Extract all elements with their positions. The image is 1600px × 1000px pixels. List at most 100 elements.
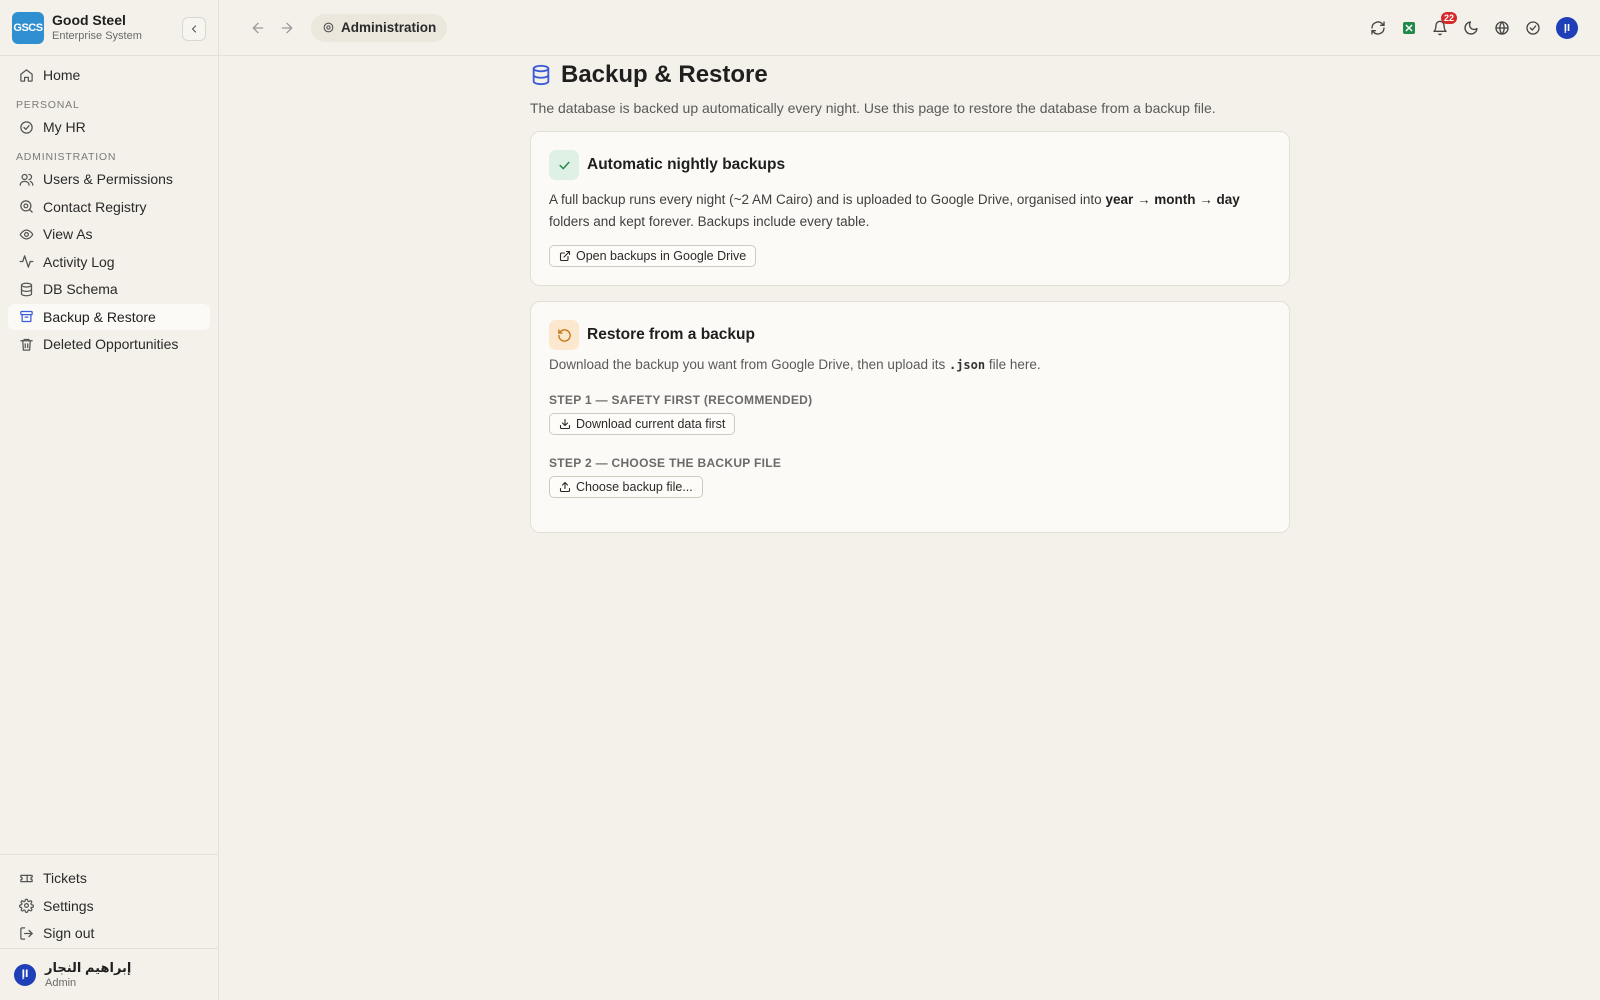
sidebar-item-label: Sign out (43, 925, 95, 941)
card-header: Automatic nightly backups (549, 150, 1271, 180)
sidebar-item-db-schema[interactable]: DB Schema (8, 276, 210, 302)
user-info: إبراهيم النجار Admin (45, 960, 131, 990)
eye-icon (18, 226, 34, 242)
download-icon (559, 418, 571, 430)
sidebar: GSCS Good Steel Enterprise System Home P… (0, 0, 219, 1000)
spreadsheet-button[interactable] (1395, 14, 1423, 42)
button-label: Download current data first (576, 417, 726, 431)
sidebar-item-view-as[interactable]: View As (8, 221, 210, 247)
gear-icon (18, 898, 34, 914)
activity-icon (18, 254, 34, 270)
sidebar-item-contact-registry[interactable]: Contact Registry (8, 194, 210, 220)
sign-out-icon (18, 925, 34, 941)
download-current-data-button[interactable]: Download current data first (549, 413, 736, 435)
check-icon (549, 150, 579, 180)
chevron-left-icon (191, 25, 197, 33)
globe-icon (1495, 21, 1509, 35)
sidebar-item-label: Activity Log (43, 253, 115, 270)
step-1-label: STEP 1 — SAFETY FIRST (RECOMMENDED) (549, 393, 813, 407)
choose-backup-file-button[interactable]: Choose backup file... (549, 476, 703, 498)
brand-name: Good Steel (52, 12, 126, 28)
sidebar-item-home[interactable]: Home (8, 62, 210, 88)
theme-toggle-button[interactable] (1457, 14, 1485, 42)
brand-header: GSCS Good Steel Enterprise System (0, 0, 218, 56)
external-link-icon (559, 250, 571, 262)
sidebar-bottom-nav: Tickets Settings Sign out (0, 854, 218, 948)
sidebar-item-label: Contact Registry (43, 198, 147, 215)
sidebar-item-label: View As (43, 226, 93, 242)
sidebar-nav: Home PERSONAL My HR ADMINISTRATION Users… (0, 56, 218, 357)
arrow-right-icon (281, 22, 293, 33)
button-label: Open backups in Google Drive (576, 249, 747, 263)
open-google-drive-button[interactable]: Open backups in Google Drive (549, 245, 757, 267)
sidebar-item-label: Home (43, 67, 81, 83)
card-text: A full backup runs every night (~2 AM Ca… (549, 189, 1271, 233)
restore-card: Restore from a backup Download the backu… (530, 301, 1290, 533)
users-icon (18, 171, 34, 187)
sidebar-item-users-permissions[interactable]: Users & Permissions (8, 166, 210, 192)
avatar: اإ (14, 963, 36, 986)
sidebar-item-settings[interactable]: Settings (8, 893, 210, 919)
breadcrumb-label: Administration (341, 20, 437, 35)
spreadsheet-icon (1403, 22, 1415, 34)
main-content: Backup & Restore The database is backed … (530, 56, 1290, 533)
brand-text: Good Steel Enterprise System (52, 12, 142, 43)
section-label-administration: ADMINISTRATION (16, 151, 117, 163)
language-button[interactable] (1488, 14, 1516, 42)
moon-icon (1464, 21, 1478, 35)
restore-icon (549, 320, 579, 350)
sidebar-item-activity-log[interactable]: Activity Log (8, 249, 210, 275)
sidebar-item-sign-out[interactable]: Sign out (8, 920, 210, 946)
database-icon (530, 64, 552, 86)
text-segment: file here. (985, 357, 1041, 372)
gear-icon (322, 21, 335, 34)
avatar[interactable]: اإ (1556, 17, 1578, 39)
text-segment: A full backup runs every night (~2 AM Ca… (549, 192, 1106, 207)
page-description: The database is backed up automatically … (530, 100, 1216, 116)
page-title: Backup & Restore (561, 61, 768, 88)
sidebar-item-label: Deleted Opportunities (43, 336, 179, 352)
text-bold: year → month → day (1105, 192, 1240, 207)
text-segment: Download the backup you want from Google… (549, 357, 949, 372)
automatic-backups-card: Automatic nightly backups A full backup … (530, 131, 1290, 286)
button-label: Choose backup file... (576, 480, 693, 494)
forward-button[interactable] (274, 15, 300, 41)
sidebar-item-label: Users & Permissions (43, 171, 173, 187)
collapse-sidebar-button[interactable] (182, 17, 206, 41)
sidebar-item-label: My HR (43, 119, 86, 135)
sidebar-item-deleted-opportunities[interactable]: Deleted Opportunities (8, 331, 210, 357)
tasks-button[interactable] (1519, 14, 1547, 42)
top-bar: Administration 22 اإ (219, 0, 1600, 56)
home-icon (18, 67, 34, 83)
database-icon (18, 281, 34, 297)
card-title: Automatic nightly backups (587, 156, 786, 173)
brand-subtitle: Enterprise System (52, 30, 142, 42)
sidebar-item-tickets[interactable]: Tickets (8, 865, 210, 891)
page-header: Backup & Restore (530, 61, 1290, 89)
user-profile[interactable]: اإ إبراهيم النجار Admin (0, 948, 218, 1000)
archive-icon (18, 309, 34, 325)
arrow-left-icon (252, 22, 264, 33)
text-segment: folders and kept forever. Backups includ… (549, 214, 870, 229)
trash-icon (18, 336, 34, 352)
ticket-icon (18, 870, 34, 886)
sidebar-item-label: Tickets (43, 870, 87, 886)
breadcrumb[interactable]: Administration (311, 13, 448, 42)
check-circle-icon (1526, 21, 1540, 35)
sidebar-item-label: Settings (43, 897, 94, 914)
brand-logo[interactable]: GSCS (12, 11, 44, 44)
sidebar-item-label: DB Schema (43, 281, 118, 297)
check-circle-icon (18, 119, 34, 135)
back-button[interactable] (245, 15, 271, 41)
top-bar-actions: 22 اإ (1361, 12, 1578, 42)
user-role: Admin (45, 976, 77, 989)
notifications-button[interactable]: 22 (1426, 12, 1457, 42)
card-header: Restore from a backup (549, 320, 1271, 350)
sidebar-item-label: Backup & Restore (43, 308, 156, 325)
step-2-label: STEP 2 — CHOOSE THE BACKUP FILE (549, 456, 782, 470)
sidebar-item-my-hr[interactable]: My HR (8, 114, 210, 140)
section-label-personal: PERSONAL (16, 99, 80, 111)
text-code: .json (948, 358, 986, 372)
refresh-button[interactable] (1364, 14, 1392, 42)
sidebar-item-backup-restore[interactable]: Backup & Restore (8, 303, 210, 330)
